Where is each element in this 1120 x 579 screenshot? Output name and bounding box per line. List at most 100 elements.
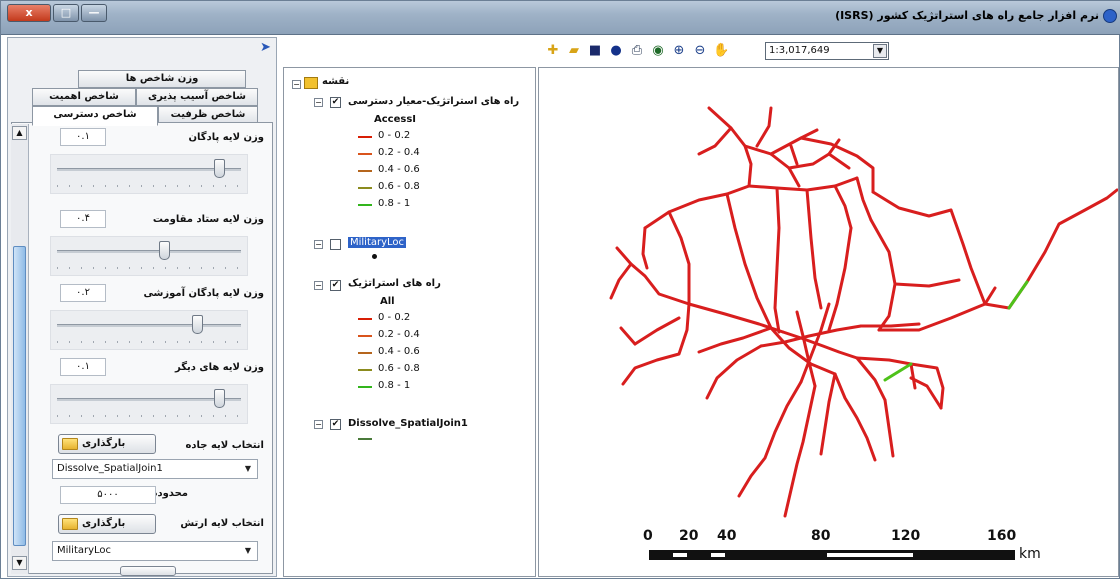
legend-class-label: 0 - 0.2 [378,130,411,141]
scale-bar-gap [827,553,913,557]
road-segment-high [883,362,913,382]
layer-name-selected[interactable]: MilitaryLoc [348,237,407,248]
button-label: بارگذاری [82,438,126,449]
slider-value-field[interactable]: ۰.۲ [60,284,106,302]
tab-vulnerability[interactable]: شاخص آسیب پذیری [136,88,258,106]
pin-icon[interactable]: ➤ [260,41,274,55]
road-segment-high [1007,280,1029,310]
slider-thumb[interactable] [213,389,225,408]
layer-checkbox[interactable]: ✔ [330,419,341,430]
legend-swatch [358,153,372,155]
army-layer-select[interactable]: MilitaryLoc ▼ [52,541,258,561]
road-segment [725,192,773,330]
weight-slider-training-barracks: وزن لایه پادگان آموزشی ۰.۲ [38,284,268,358]
zoom-in-icon[interactable]: ⊕ [671,43,687,59]
slider-track[interactable] [57,324,241,327]
road-layer-label: انتخاب لایه جاده [185,440,264,451]
slider-label: وزن لایه های دیگر [175,362,264,373]
weights-panel: ➤ وزن شاخص ها شاخص اهمیت شاخص آسیب پذیری… [7,37,277,577]
layer-name[interactable]: راه های استراتژیک-معیار دسترسی [348,96,519,107]
load-road-layer-button[interactable]: بارگذاری [58,434,156,454]
tab-importance[interactable]: شاخص اهمیت [32,88,136,106]
slider-track-area [50,154,248,194]
zoom-out-icon[interactable]: ⊖ [692,43,708,59]
line-symbol [358,438,372,440]
map-view[interactable]: 0 20 40 80 120 160 km [538,67,1119,577]
scroll-thumb[interactable] [13,246,26,546]
access-range-field[interactable]: ۵۰۰۰ [60,486,156,504]
legend-class-label: 0 - 0.2 [378,312,411,323]
legend-swatch [358,386,372,388]
road-segment [621,302,691,386]
collapse-icon[interactable]: − [292,80,301,89]
road-layer-select[interactable]: Dissolve_SpatialJoin1 ▼ [52,459,258,479]
slider-thumb[interactable] [213,159,225,178]
folder-icon [62,518,78,530]
collapse-icon[interactable]: − [314,420,323,429]
layer-name[interactable]: Dissolve_SpatialJoin1 [348,418,468,429]
open-folder-icon[interactable]: ▰ [566,43,582,59]
legend-swatch [358,335,372,337]
legend-class-label: 0.6 - 0.8 [378,181,420,192]
chevron-down-icon[interactable]: ▼ [241,461,255,477]
slider-track-area [50,384,248,424]
tab-accessibility[interactable]: شاخص دسترسی [32,106,158,126]
slider-value-field[interactable]: ۰.۱ [60,358,106,376]
scroll-up-arrow[interactable]: ▲ [12,126,27,140]
road-segment [819,372,837,456]
load-army-layer-button[interactable]: بارگذاری [58,514,156,534]
slider-value-field[interactable]: ۰.۴ [60,210,106,228]
slider-thumb[interactable] [158,241,170,260]
save-icon[interactable]: ■ [587,43,603,59]
maximize-button[interactable]: □ [53,4,79,22]
slider-track[interactable] [57,250,241,253]
slider-ticks [57,185,241,187]
road-segment [827,152,851,170]
title-bar: x □ — نرم افزار جامع راه های استراتژیک ک… [1,1,1120,35]
minimize-button[interactable]: — [81,4,107,22]
legend-class-label: 0.8 - 1 [378,198,411,209]
road-segment [633,316,681,346]
layer-checkbox[interactable]: ✔ [330,97,341,108]
close-button[interactable]: x [7,4,51,22]
run-button[interactable] [120,566,176,576]
collapse-icon[interactable]: − [314,281,323,290]
globe-icon[interactable]: ◉ [650,43,666,59]
road-segment [737,380,803,498]
scroll-down-arrow[interactable]: ▼ [12,556,27,570]
collapse-icon[interactable]: − [314,240,323,249]
legend-swatch [358,352,372,354]
weight-slider-other-layers: وزن لایه های دیگر ۰.۱ [38,358,268,432]
pan-icon[interactable]: ✋ [713,43,729,59]
map-scale-select[interactable]: 1:3,017,649 ▼ [765,42,889,60]
slider-thumb[interactable] [191,315,203,334]
legend-swatch [358,187,372,189]
slider-value-field[interactable]: ۰.۱ [60,128,106,146]
print-icon[interactable]: ⎙ [629,43,645,59]
tab-weights[interactable]: وزن شاخص ها [78,70,246,88]
layer-name[interactable]: راه های استراتژیک [348,278,441,289]
collapse-icon[interactable]: − [314,98,323,107]
scale-label: 40 [717,528,737,544]
layer-checkbox[interactable]: ✔ [330,280,341,291]
road-segment [805,188,823,310]
road-segment [859,322,921,328]
panel-scrollbar[interactable]: ▲ ▼ [11,124,29,574]
scale-bar [649,550,1015,560]
scale-label: 160 [987,528,1017,544]
info-icon[interactable]: ● [608,43,624,59]
add-data-icon[interactable]: ✚ [545,43,561,59]
slider-label: وزن لایه پادگان [188,132,264,143]
map-scale-value: 1:3,017,649 [769,45,830,56]
road-layer-value: Dissolve_SpatialJoin1 [57,463,163,474]
layer-checkbox[interactable] [330,239,341,250]
legend-class-label: 0.2 - 0.4 [378,147,420,158]
road-segment [697,326,773,354]
layer-toc: − نقشه − ✔ راه های استراتژیک-معیار دسترس… [283,67,536,577]
chevron-down-icon[interactable]: ▼ [873,44,887,58]
army-layer-label: انتخاب لایه ارتش [180,518,264,529]
road-network-map[interactable] [539,68,1119,577]
weight-slider-resistance-hq: وزن لایه ستاد مقاومت ۰.۴ [38,210,268,284]
chevron-down-icon[interactable]: ▼ [241,543,255,559]
legend-class-label: 0.6 - 0.8 [378,363,420,374]
